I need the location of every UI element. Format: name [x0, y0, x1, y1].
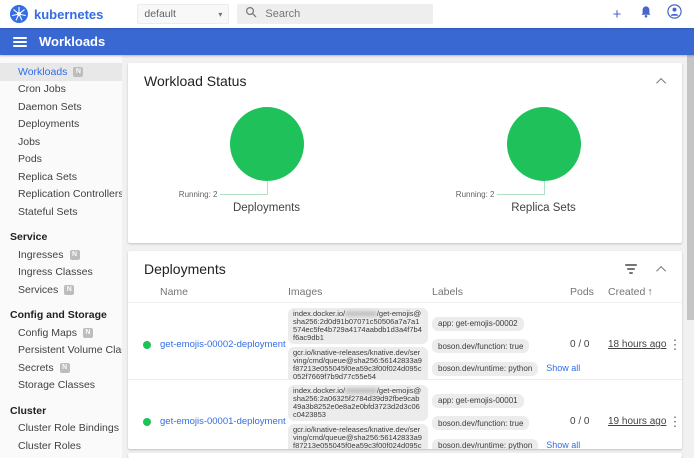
label-chip: app: get-emojis-00002 [432, 317, 524, 331]
pods-count: 0 / 0 [570, 380, 608, 449]
page-title: Workloads [39, 34, 105, 49]
image-chip: index.docker.io/■■■■■■■/get-emojis@sha25… [288, 385, 428, 421]
column-header-name[interactable]: Name [160, 286, 288, 298]
deployments-title: Deployments [144, 261, 625, 277]
create-resource-button[interactable]: + [609, 7, 625, 22]
search-input[interactable]: Search [237, 4, 433, 24]
row-kebab-menu-icon[interactable]: ⋮ [669, 414, 682, 430]
topbar-actions: + [595, 4, 682, 24]
menu-hamburger-icon[interactable] [13, 35, 27, 49]
pie-annotation-leader: Running: 2 [230, 181, 304, 195]
column-header-labels[interactable]: Labels [432, 286, 570, 298]
sidebar-item-cluster-role-bindings[interactable]: Cluster Role Bindings [0, 420, 122, 438]
namespaced-badge: N [64, 285, 74, 295]
sidebar-item-secrets[interactable]: Secrets N [0, 359, 122, 377]
column-header-pods[interactable]: Pods [570, 286, 608, 298]
pie-chart-label: Replica Sets [511, 202, 576, 214]
pie-running-slice[interactable] [230, 107, 304, 181]
sidebar-item-storage-classes[interactable]: Storage Classes [0, 377, 122, 395]
label-chip: app: get-emojis-00001 [432, 394, 524, 408]
namespace-value: default [144, 8, 218, 20]
sidebar-item-workloads[interactable]: Workloads N [0, 63, 122, 81]
column-header-images[interactable]: Images [288, 286, 432, 298]
sidebar-item-services[interactable]: Services N [0, 281, 122, 299]
row-kebab-menu-icon[interactable]: ⋮ [669, 337, 682, 353]
sidebar-item-deployments[interactable]: Deployments [0, 116, 122, 134]
sidebar-nav: Workloads N Cron Jobs Daemon Sets Deploy… [0, 55, 122, 458]
page-toolbar: Workloads [0, 28, 694, 55]
scrollbar-thumb[interactable] [687, 55, 694, 320]
workload-status-title: Workload Status [144, 73, 659, 89]
deployments-table-header: Name Images Labels Pods Created↑ [128, 281, 682, 303]
brand-name: kubernetes [34, 7, 103, 22]
deployment-name-link[interactable]: get-emojis-00001-deployment [160, 416, 286, 427]
replica-sets-pie-chart: Running: 2 Replica Sets [405, 107, 682, 214]
kubernetes-logo[interactable]: kubernetes [10, 5, 103, 23]
sidebar-item-stateful-sets[interactable]: Stateful Sets [0, 203, 122, 221]
label-chip: boson.dev/function: true [432, 339, 529, 353]
namespaced-badge: N [83, 328, 93, 338]
sidebar-item-config-maps[interactable]: Config Maps N [0, 324, 122, 342]
sidebar-item-ingresses[interactable]: Ingresses N [0, 246, 122, 264]
sidebar-item-daemon-sets[interactable]: Daemon Sets [0, 98, 122, 116]
sidebar-item-cluster-roles[interactable]: Cluster Roles [0, 437, 122, 455]
deployments-card: Deployments Name Images Labels Pods Crea… [128, 251, 682, 449]
pie-annotation: Running: 2 [456, 190, 495, 199]
workload-status-card: Workload Status Running: 2 Deployments R… [128, 63, 682, 243]
sidebar-item-jobs[interactable]: Jobs [0, 133, 122, 151]
image-chip: gcr.io/knative-releases/knative.dev/serv… [288, 424, 428, 449]
sidebar-item-ingress-classes[interactable]: Ingress Classes [0, 264, 122, 282]
redacted-username: ■■■■■■■ [345, 386, 377, 395]
caret-down-icon: ▾ [218, 10, 222, 19]
workload-status-charts: Running: 2 Deployments Running: 2 Replic… [128, 107, 682, 214]
pie-running-slice[interactable] [507, 107, 581, 181]
sidebar-section-service: Service [0, 229, 122, 247]
search-placeholder: Search [265, 8, 300, 20]
column-header-created[interactable]: Created↑ [608, 286, 668, 298]
page-scrollbar[interactable] [687, 55, 694, 458]
deployment-name-link[interactable]: get-emojis-00002-deployment [160, 339, 286, 350]
user-avatar-icon[interactable] [667, 4, 682, 24]
namespaced-badge: N [73, 67, 83, 77]
created-timestamp[interactable]: 18 hours ago [608, 339, 666, 350]
sort-ascending-icon: ↑ [647, 286, 652, 298]
namespace-selector[interactable]: default ▾ [137, 4, 229, 24]
sidebar-section-cluster: Cluster [0, 402, 122, 420]
status-running-icon [143, 418, 151, 426]
namespaced-badge: N [60, 363, 70, 373]
table-row: get-emojis-00002-deployment index.docker… [128, 303, 682, 379]
image-chip: index.docker.io/■■■■■■■/get-emojis@sha25… [288, 308, 428, 344]
label-chip: boson.dev/function: true [432, 416, 529, 430]
sidebar-item-replica-sets[interactable]: Replica Sets [0, 168, 122, 186]
sidebar-item-pods[interactable]: Pods [0, 151, 122, 169]
top-app-bar: kubernetes default ▾ Search + [0, 0, 694, 28]
table-row: get-emojis-00001-deployment index.docker… [128, 379, 682, 449]
deployments-pie-chart: Running: 2 Deployments [128, 107, 405, 214]
sidebar-section-config-and-storage: Config and Storage [0, 307, 122, 325]
created-timestamp[interactable]: 19 hours ago [608, 416, 666, 427]
status-running-icon [143, 341, 151, 349]
filter-icon[interactable] [625, 262, 637, 277]
collapse-chevron-icon[interactable] [656, 265, 666, 275]
pie-annotation: Running: 2 [179, 190, 218, 199]
pods-count: 0 / 0 [570, 303, 608, 379]
notifications-bell-icon[interactable] [639, 5, 653, 24]
image-chip: gcr.io/knative-releases/knative.dev/serv… [288, 347, 428, 379]
search-icon [245, 5, 257, 23]
label-chip: boson.dev/runtime: python [432, 439, 538, 450]
namespaced-badge: N [70, 250, 80, 260]
label-chip: boson.dev/runtime: python [432, 362, 538, 376]
kubernetes-helm-icon [10, 5, 28, 23]
sidebar-item-cron-jobs[interactable]: Cron Jobs [0, 81, 122, 99]
sidebar-item-replication-controllers[interactable]: Replication Controllers [0, 186, 122, 204]
redacted-username: ■■■■■■■ [345, 309, 377, 318]
pie-annotation-leader: Running: 2 [507, 181, 581, 195]
sidebar-item-persistent-volume-claims[interactable]: Persistent Volume Claims N [0, 342, 122, 360]
next-card-sliver [128, 453, 682, 458]
pie-chart-label: Deployments [233, 202, 300, 214]
